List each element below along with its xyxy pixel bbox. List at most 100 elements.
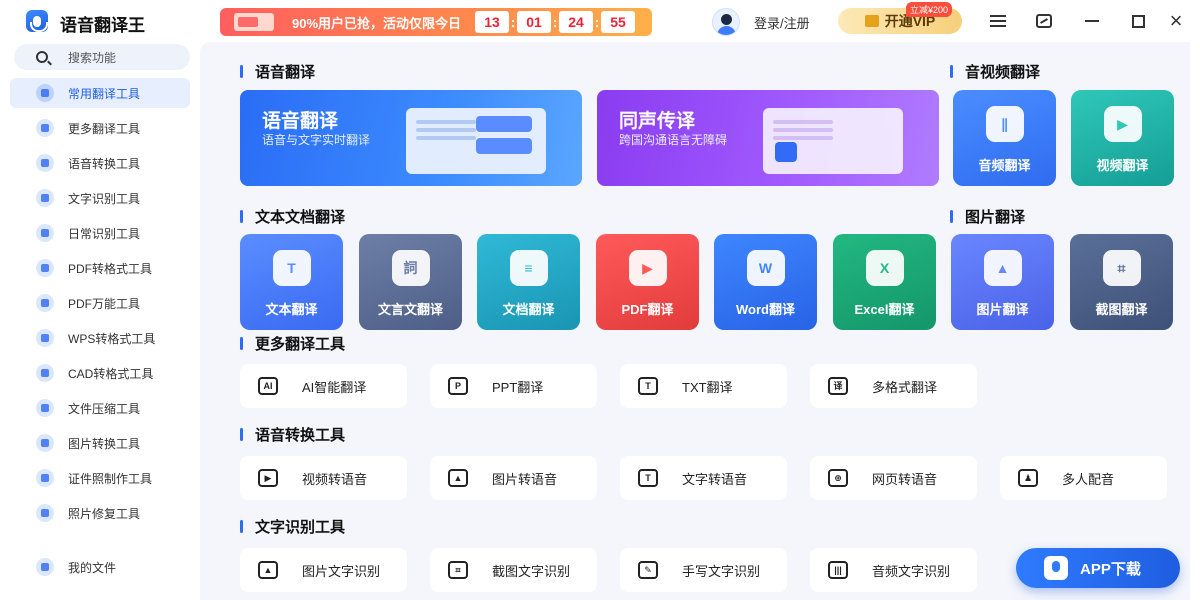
doc-tile[interactable]: ≡ 文档翻译 xyxy=(477,234,580,330)
timer-hours: 13 xyxy=(475,11,510,33)
maximize-icon[interactable] xyxy=(1128,11,1148,31)
tool-label: 文字转语音 xyxy=(682,471,748,487)
tool-button[interactable]: ✎ 手写文字识别 xyxy=(620,548,787,592)
search-input[interactable]: 搜索功能 xyxy=(14,44,190,70)
section-title-ocr: 文字识别工具 xyxy=(240,516,345,537)
tool-button[interactable]: P PPT翻译 xyxy=(430,364,597,408)
wps-icon xyxy=(36,329,54,347)
section-title-speech: 语音转换工具 xyxy=(240,424,345,445)
sidebar-item-cad[interactable]: CAD转格式工具 xyxy=(10,358,190,388)
tool-label: 音频文字识别 xyxy=(872,563,951,579)
tool-button[interactable]: AI AI智能翻译 xyxy=(240,364,407,408)
tool-icon: ⊕ xyxy=(828,469,848,487)
sidebar: 搜索功能 常用翻译工具更多翻译工具语音转换工具文字识别工具日常识别工具 PDF转格… xyxy=(0,42,200,600)
doc-tile[interactable]: 詞文言文翻译 xyxy=(359,234,462,330)
section-title-voice: 语音翻译 xyxy=(240,61,315,82)
tool-label: 多人配音 xyxy=(1062,471,1115,487)
sidebar-item-id-photo[interactable]: 证件照制作工具 xyxy=(10,463,190,493)
minimize-icon[interactable] xyxy=(1082,11,1102,31)
phone-icon xyxy=(1044,556,1068,580)
tool-button[interactable]: 译 多格式翻译 xyxy=(810,364,977,408)
section-title-img: 图片翻译 xyxy=(950,206,1025,227)
sidebar-item-label: CAD转格式工具 xyxy=(68,366,154,381)
sidebar-item-label: 常用翻译工具 xyxy=(68,86,141,101)
tool-button[interactable]: ▲ 图片文字识别 xyxy=(240,548,407,592)
sidebar-item-label: PDF万能工具 xyxy=(68,296,141,311)
app-window: 语音翻译王 90%用户已抢，活动仅限今日 13 : 01 : 24 : 55 登… xyxy=(0,0,1200,600)
sidebar-item-my-files[interactable]: 我的文件 xyxy=(10,552,190,582)
tool-label: AI智能翻译 xyxy=(302,379,367,395)
tile-glyph-icon: T xyxy=(272,250,311,286)
app-logo-icon xyxy=(26,10,48,32)
sidebar-item-pdf-tools[interactable]: PDF万能工具 xyxy=(10,288,190,318)
tool-icon: ✎ xyxy=(638,561,658,579)
av-tile[interactable]: ▶ 视频翻译 xyxy=(1071,90,1174,186)
promo-banner[interactable]: 90%用户已抢，活动仅限今日 13 : 01 : 24 : 55 xyxy=(220,8,652,36)
timer-colon: : xyxy=(552,14,558,30)
tool-button[interactable]: ⌗ 截图文字识别 xyxy=(430,548,597,592)
promo-text: 90%用户已抢，活动仅限今日 xyxy=(292,15,462,31)
sidebar-item-photo-repair[interactable]: 照片修复工具 xyxy=(10,498,190,528)
sidebar-item-label: 语音转换工具 xyxy=(68,156,141,171)
tile-label: PDF翻译 xyxy=(621,302,674,317)
card-title: 同声传译 xyxy=(619,111,696,132)
avatar[interactable] xyxy=(712,8,740,36)
tool-icon: T xyxy=(638,469,658,487)
tool-icon: 译 xyxy=(828,377,848,395)
simultaneous-interpretation-card[interactable]: 同声传译 跨国沟通语言无障碍 xyxy=(597,90,939,186)
tile-glyph-icon: ≡ xyxy=(509,250,548,286)
close-icon[interactable]: × xyxy=(1166,10,1186,32)
menu-icon[interactable] xyxy=(988,11,1008,31)
tool-icon: ||| xyxy=(828,561,848,579)
tool-button[interactable]: ⊕ 网页转语音 xyxy=(810,456,977,500)
tile-label: 视频翻译 xyxy=(1096,158,1149,173)
tool-button[interactable]: ▶ 视频转语音 xyxy=(240,456,407,500)
tool-button[interactable]: ||| 音频文字识别 xyxy=(810,548,977,592)
sidebar-item-wps[interactable]: WPS转格式工具 xyxy=(10,323,190,353)
doc-tile[interactable]: X Excel翻译 xyxy=(833,234,936,330)
img-tile[interactable]: ▲ 图片翻译 xyxy=(951,234,1054,330)
doc-tile[interactable]: T 文本翻译 xyxy=(240,234,343,330)
app-download-button[interactable]: APP下载 xyxy=(1016,548,1180,588)
tool-label: TXT翻译 xyxy=(682,379,733,395)
doc-tile[interactable]: ▶ PDF翻译 xyxy=(596,234,699,330)
sidebar-item-scan[interactable]: 日常识别工具 xyxy=(10,218,190,248)
tool-icon: ⌗ xyxy=(448,561,468,579)
tool-label: PPT翻译 xyxy=(492,379,544,395)
tile-label: Word翻译 xyxy=(736,302,795,317)
av-tile[interactable]: ∥ 音频翻译 xyxy=(953,90,1056,186)
folder-icon xyxy=(36,558,54,576)
sidebar-item-audio[interactable]: 语音转换工具 xyxy=(10,148,190,178)
doc-tile[interactable]: W Word翻译 xyxy=(714,234,817,330)
login-link[interactable]: 登录/注册 xyxy=(754,13,810,32)
sidebar-item-label: PDF转格式工具 xyxy=(68,261,153,276)
translate-icon xyxy=(36,84,54,102)
tool-button[interactable]: ▲ 图片转语音 xyxy=(430,456,597,500)
voice-translate-card[interactable]: 语音翻译 语音与文字实时翻译 xyxy=(240,90,582,186)
sidebar-item-pdf[interactable]: PDF转格式工具 xyxy=(10,253,190,283)
tool-button[interactable]: T TXT翻译 xyxy=(620,364,787,408)
search-icon xyxy=(36,51,48,63)
tile-label: 文言文翻译 xyxy=(377,302,443,317)
sidebar-item-compress[interactable]: 文件压缩工具 xyxy=(10,393,190,423)
search-placeholder: 搜索功能 xyxy=(68,50,117,65)
crown-icon xyxy=(864,15,879,27)
vip-button[interactable]: 开通VIP 立减¥200 xyxy=(838,2,962,34)
tool-button[interactable]: T 文字转语音 xyxy=(620,456,787,500)
tool-icon: ▶ xyxy=(258,469,278,487)
sidebar-item-translate[interactable]: 常用翻译工具 xyxy=(10,78,190,108)
pdf-tools-icon xyxy=(36,294,54,312)
sidebar-item-label: 日常识别工具 xyxy=(68,226,141,241)
tool-icon: ♟ xyxy=(1018,469,1038,487)
tool-label: 图片文字识别 xyxy=(302,563,381,579)
tool-label: 视频转语音 xyxy=(302,471,368,487)
sidebar-item-more[interactable]: 更多翻译工具 xyxy=(10,113,190,143)
pdf-icon xyxy=(36,259,54,277)
section-title-av: 音视频翻译 xyxy=(950,61,1040,82)
chart-icon[interactable] xyxy=(1034,11,1054,31)
gift-icon xyxy=(234,13,274,31)
tool-button[interactable]: ♟ 多人配音 xyxy=(1000,456,1167,500)
img-tile[interactable]: ⌗ 截图翻译 xyxy=(1070,234,1173,330)
sidebar-item-text-recognition[interactable]: 文字识别工具 xyxy=(10,183,190,213)
sidebar-item-image[interactable]: 图片转换工具 xyxy=(10,428,190,458)
